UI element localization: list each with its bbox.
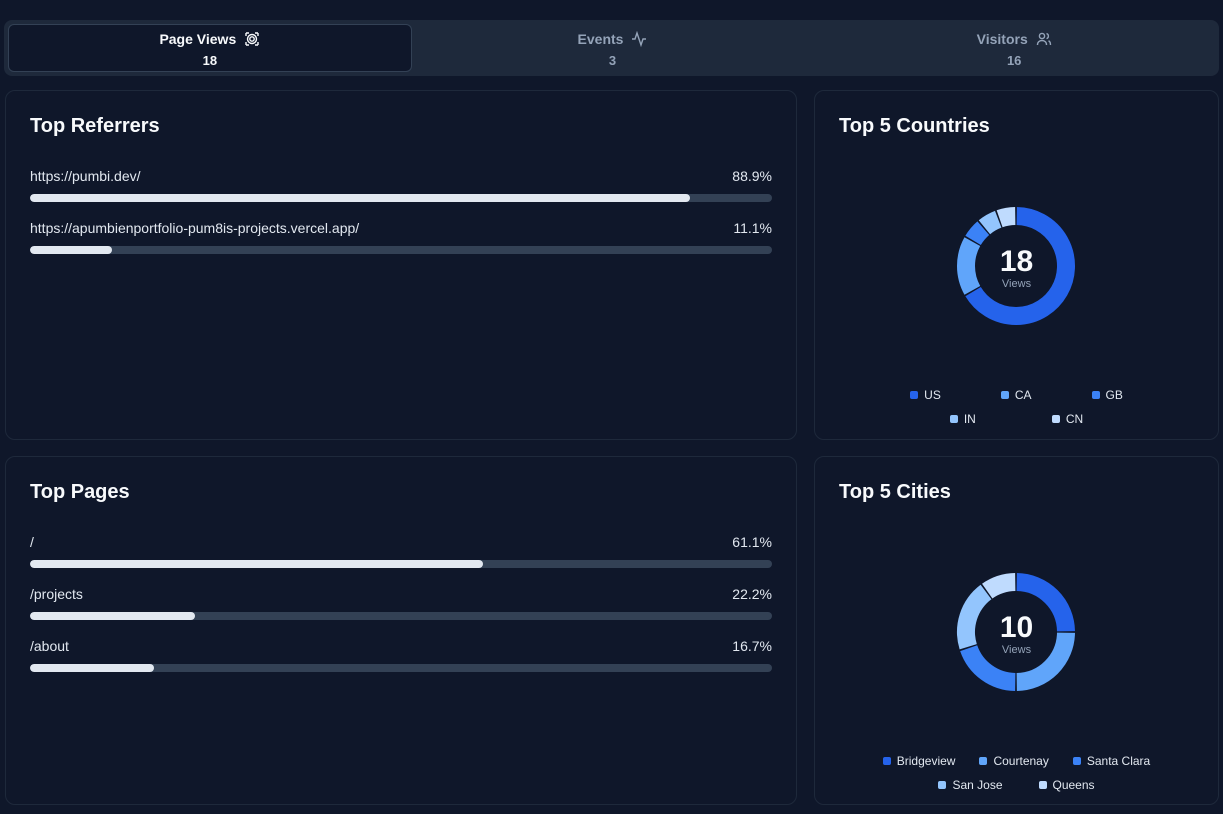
- activity-icon: [631, 30, 647, 47]
- top-countries-card: Top 5 Countries 18 Views US CA GB IN CN: [814, 90, 1219, 440]
- page-label: /: [30, 534, 34, 550]
- legend-label: CA: [1014, 388, 1032, 402]
- referrer-percent: 88.9%: [732, 168, 772, 184]
- progress-fill: [30, 560, 484, 568]
- top-cities-card: Top 5 Cities 10 Views Bridgeview Courten…: [814, 456, 1219, 805]
- page-percent: 22.2%: [732, 586, 772, 602]
- progress-track: [30, 246, 772, 254]
- donut-slice-in[interactable]: [978, 210, 1002, 235]
- legend-swatch: [882, 757, 891, 765]
- legend-swatch: [949, 415, 958, 423]
- donut-slice-cn[interactable]: [996, 207, 1016, 228]
- progress-fill: [30, 612, 195, 620]
- legend-swatch: [1072, 757, 1081, 765]
- legend-label: CN: [1065, 412, 1084, 426]
- legend-swatch: [910, 391, 919, 399]
- legend-swatch: [979, 757, 988, 765]
- tab-visitors[interactable]: Visitors 16: [813, 24, 1215, 72]
- legend-item: Santa Clara: [1072, 754, 1151, 768]
- tab-label: Events: [577, 30, 624, 47]
- legend-item: Queens: [1038, 778, 1095, 792]
- legend-label: IN: [963, 412, 976, 426]
- tab-count: 18: [202, 52, 218, 68]
- legend-label: Bridgeview: [896, 754, 956, 768]
- legend-item: GB: [1091, 388, 1123, 402]
- referrer-percent: 11.1%: [733, 220, 772, 236]
- progress-track: [30, 560, 772, 568]
- page-label: /projects: [30, 586, 83, 602]
- card-title: Top 5 Countries: [839, 115, 990, 137]
- legend-label: Queens: [1052, 778, 1095, 792]
- cities-donut: 10 Views: [815, 572, 1218, 692]
- legend-item: IN: [949, 412, 976, 426]
- legend-swatch: [938, 781, 947, 789]
- legend-item: Bridgeview: [882, 754, 956, 768]
- legend-swatch: [1000, 391, 1009, 399]
- progress-track: [30, 194, 772, 202]
- progress-track: [30, 664, 772, 672]
- top-referrers-card: Top Referrers https://pumbi.dev/ 88.9% h…: [5, 90, 797, 440]
- legend-swatch: [1038, 781, 1047, 789]
- cities-legend: San Jose Queens: [815, 778, 1218, 792]
- donut-slice-gb[interactable]: [965, 221, 990, 246]
- page-row: / 61.1%: [30, 534, 772, 568]
- page-row: /about 16.7%: [30, 638, 772, 672]
- donut-subtitle: Views: [1001, 278, 1032, 290]
- progress-fill: [30, 664, 154, 672]
- progress-track: [30, 612, 772, 620]
- legend-swatch: [1091, 391, 1100, 399]
- donut-slice-queens[interactable]: [982, 573, 1016, 599]
- legend-item: CN: [1051, 412, 1084, 426]
- tab-count: 3: [608, 52, 617, 68]
- metric-tabs: Page Views 18 Events 3 Visitors 16: [4, 20, 1219, 76]
- legend-label: GB: [1105, 388, 1123, 402]
- tab-count: 16: [1006, 52, 1022, 68]
- legend-swatch: [1051, 415, 1060, 423]
- cities-legend: Bridgeview Courtenay Santa Clara: [815, 754, 1218, 768]
- page-percent: 61.1%: [732, 534, 772, 550]
- legend-item: Courtenay: [979, 754, 1049, 768]
- page-label: /about: [30, 638, 69, 654]
- legend-label: San Jose: [952, 778, 1003, 792]
- legend-label: Santa Clara: [1086, 754, 1151, 768]
- users-icon: [1036, 31, 1052, 47]
- tab-page-views[interactable]: Page Views 18: [8, 24, 412, 72]
- countries-donut: 18 Views: [815, 206, 1218, 326]
- card-title: Top 5 Cities: [839, 481, 951, 503]
- page-percent: 16.7%: [732, 638, 772, 654]
- legend-label: US: [924, 388, 941, 402]
- card-title: Top Pages: [30, 481, 130, 503]
- legend-item: CA: [1000, 388, 1032, 402]
- top-pages-card: Top Pages / 61.1% /projects 22.2% /about…: [5, 456, 797, 805]
- countries-legend: IN CN: [815, 412, 1218, 426]
- referrer-label: https://pumbi.dev/: [30, 168, 141, 184]
- tab-label: Visitors: [976, 30, 1028, 47]
- tab-label: Page Views: [159, 30, 237, 47]
- progress-fill: [30, 194, 690, 202]
- referrer-label: https://apumbienportfolio-pum8is-project…: [30, 220, 360, 236]
- donut-subtitle: Views: [1001, 644, 1032, 656]
- countries-legend: US CA GB: [815, 388, 1218, 402]
- card-title: Top Referrers: [30, 115, 160, 137]
- donut-total: 18: [999, 245, 1034, 278]
- legend-item: San Jose: [938, 778, 1003, 792]
- progress-fill: [30, 246, 113, 254]
- tab-events[interactable]: Events 3: [412, 24, 814, 72]
- page-row: /projects 22.2%: [30, 586, 772, 620]
- eye-icon: [244, 31, 260, 47]
- legend-item: US: [910, 388, 941, 402]
- legend-label: Courtenay: [993, 754, 1049, 768]
- referrer-row: https://apumbienportfolio-pum8is-project…: [30, 220, 772, 254]
- referrer-row: https://pumbi.dev/ 88.9%: [30, 168, 772, 202]
- donut-total: 10: [999, 611, 1034, 644]
